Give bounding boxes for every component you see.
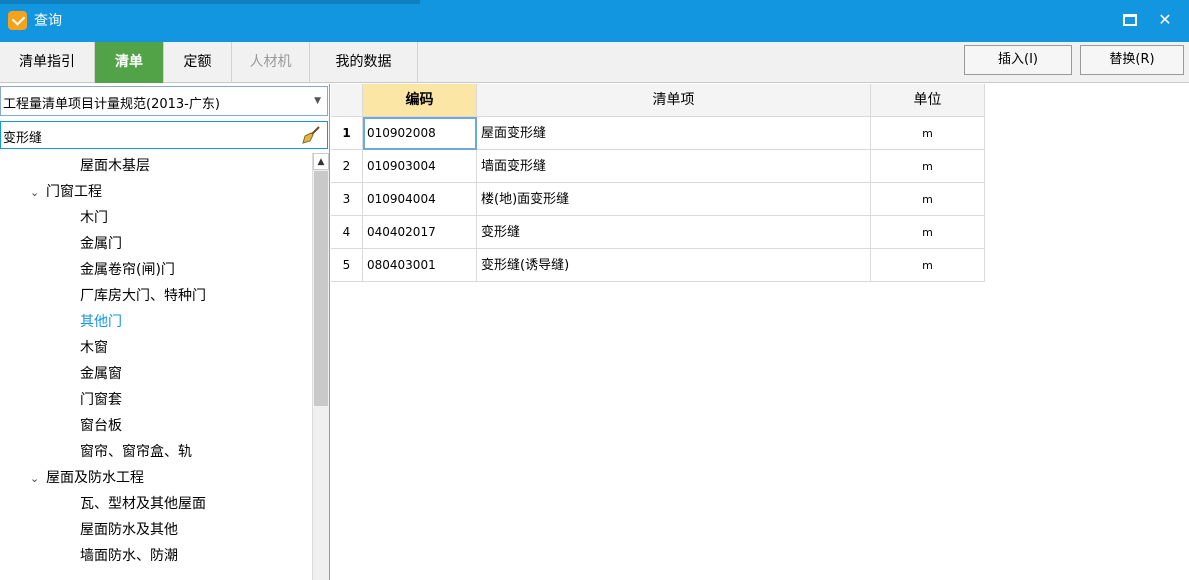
row-number[interactable]: 2: [331, 150, 363, 183]
unit-cell[interactable]: m: [871, 117, 985, 150]
tree-item-label: 金属卷帘(闸)门: [80, 262, 175, 278]
tree-item[interactable]: 墙面防水、防潮: [80, 543, 178, 569]
unit-cell[interactable]: m: [871, 150, 985, 183]
title-bar: 查询 ✕: [0, 0, 1189, 42]
tree-item-label: 门窗套: [80, 392, 122, 408]
scroll-thumb[interactable]: [314, 171, 328, 406]
tree-item-label: 屋面防水及其他: [80, 522, 178, 538]
tree-item[interactable]: 金属卷帘(闸)门: [80, 257, 175, 283]
row-number[interactable]: 1: [331, 117, 363, 150]
category-tree: 屋面木基层 ⌄ 门窗工程 木门 金属门 金属卷帘(闸)门 厂库房大门、特种门 其他门 木窗 金属窗…: [0, 153, 312, 580]
left-panel: 工程量清单项目计量规范(2013-广东) ▼ 变形缝 屋面木基层 ⌄ 门窗工程 木门金…: [0, 84, 330, 580]
chevron-down-icon[interactable]: ▼: [314, 96, 321, 106]
tree-item[interactable]: 木门: [80, 205, 108, 231]
name-cell[interactable]: 楼(地)面变形缝: [477, 183, 871, 216]
name-cell[interactable]: 墙面变形缝: [477, 150, 871, 183]
code-cell[interactable]: 010902008: [363, 117, 477, 150]
tree-item[interactable]: 门窗套: [80, 387, 122, 413]
insert-button[interactable]: 插入(I): [964, 45, 1072, 75]
scroll-up-icon[interactable]: ▲: [313, 153, 329, 170]
code-cell[interactable]: 010903004: [363, 150, 477, 183]
tree-item[interactable]: 其他门: [80, 309, 122, 335]
unit-cell[interactable]: m: [871, 216, 985, 249]
tree-item-label: 厂库房大门、特种门: [80, 288, 206, 304]
header-code[interactable]: 编码: [363, 84, 477, 117]
window-title: 查询: [34, 13, 62, 29]
tree-item[interactable]: 屋面木基层: [80, 153, 150, 179]
name-cell[interactable]: 变形缝(诱导缝): [477, 249, 871, 282]
tree-scrollbar[interactable]: ▲: [312, 153, 329, 580]
tree-group[interactable]: ⌄ 屋面及防水工程: [30, 465, 144, 491]
maximize-icon[interactable]: [1123, 14, 1137, 26]
tree-item-label: 窗帘、窗帘盒、轨: [80, 444, 192, 460]
tree-item[interactable]: 窗台板: [80, 413, 122, 439]
tab-5[interactable]: 我的数据: [310, 42, 418, 83]
header-name[interactable]: 清单项: [477, 84, 871, 117]
tab-4: 人材机: [232, 42, 310, 83]
tab-1[interactable]: 清单指引: [0, 42, 95, 83]
tree-group[interactable]: ⌄ 门窗工程: [30, 179, 102, 205]
row-number[interactable]: 5: [331, 249, 363, 282]
title-bar-strip: [0, 0, 420, 4]
tree-item[interactable]: 金属窗: [80, 361, 122, 387]
header-unit[interactable]: 单位: [871, 84, 985, 117]
code-cell[interactable]: 010904004: [363, 183, 477, 216]
standard-select-value: 工程量清单项目计量规范(2013-广东): [3, 97, 220, 112]
chevron-down-icon[interactable]: ⌄: [30, 180, 46, 206]
close-icon[interactable]: ✕: [1155, 10, 1175, 30]
tree-item-label: 其他门: [80, 314, 122, 330]
row-number[interactable]: 3: [331, 183, 363, 216]
broom-clear-icon[interactable]: [301, 125, 321, 145]
tree-item-label: 屋面及防水工程: [46, 470, 144, 486]
unit-cell[interactable]: m: [871, 183, 985, 216]
chevron-down-icon[interactable]: ⌄: [30, 466, 46, 492]
name-cell[interactable]: 屋面变形缝: [477, 117, 871, 150]
app-logo-icon: [8, 11, 27, 30]
tree-item[interactable]: 金属门: [80, 231, 122, 257]
tree-item-label: 金属门: [80, 236, 122, 252]
replace-button[interactable]: 替换(R): [1080, 45, 1184, 75]
search-input[interactable]: 变形缝: [0, 121, 328, 149]
tree-item[interactable]: 窗帘、窗帘盒、轨: [80, 439, 192, 465]
unit-cell[interactable]: m: [871, 249, 985, 282]
tree-item-label: 瓦、型材及其他屋面: [80, 496, 206, 512]
tree-item[interactable]: 瓦、型材及其他屋面: [80, 491, 206, 517]
tree-item-label: 木窗: [80, 340, 108, 356]
tree-item-label: 门窗工程: [46, 184, 102, 200]
name-cell[interactable]: 变形缝: [477, 216, 871, 249]
tree-item-label: 木门: [80, 210, 108, 226]
code-cell[interactable]: 080403001: [363, 249, 477, 282]
tree-item-label: 墙面防水、防潮: [80, 548, 178, 564]
standard-select[interactable]: 工程量清单项目计量规范(2013-广东) ▼: [0, 86, 328, 116]
tree-item-label: 屋面木基层: [80, 158, 150, 174]
tree-item-label: 窗台板: [80, 418, 122, 434]
tree-item[interactable]: 木窗: [80, 335, 108, 361]
tree-item[interactable]: 屋面防水及其他: [80, 517, 178, 543]
tree-item-label: 金属窗: [80, 366, 122, 382]
header-rownum: [331, 84, 363, 117]
code-cell[interactable]: 040402017: [363, 216, 477, 249]
tab-2[interactable]: 清单: [95, 42, 164, 83]
tab-3[interactable]: 定额: [164, 42, 232, 83]
row-number[interactable]: 4: [331, 216, 363, 249]
search-input-value: 变形缝: [3, 131, 43, 146]
tree-item[interactable]: 厂库房大门、特种门: [80, 283, 206, 309]
